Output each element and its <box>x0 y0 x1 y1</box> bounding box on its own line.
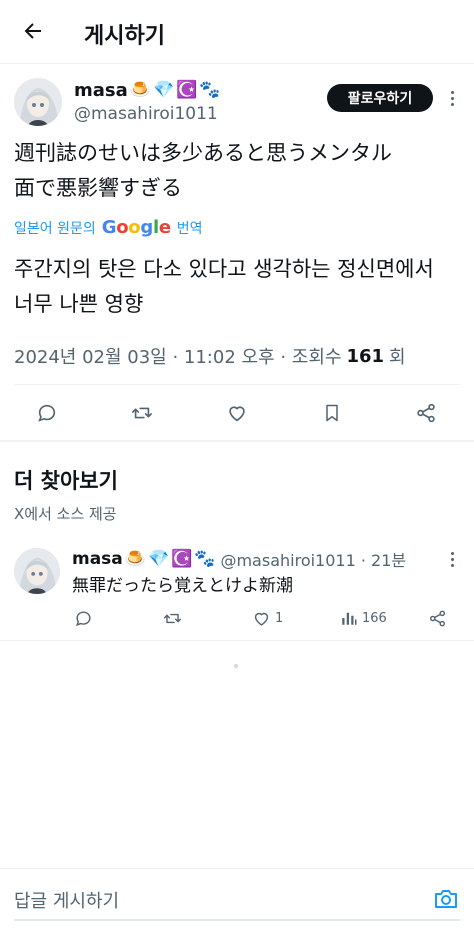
paw-prints-emoji: 🐾 <box>199 80 221 100</box>
compose-bar: 답글 게시하기 <box>0 868 474 928</box>
google-logo-icon: Google <box>101 217 171 238</box>
divider <box>14 384 460 385</box>
reply-icon[interactable] <box>34 400 60 426</box>
reply-repost-icon[interactable] <box>162 608 183 628</box>
translate-link[interactable]: 일본어 원문의 Google 번역 <box>14 217 203 238</box>
views-suffix: 회 <box>389 347 406 368</box>
reply-like-count: 1 <box>275 610 284 626</box>
reply-like-button[interactable]: 1 <box>252 608 283 628</box>
reply-view-count: 166 <box>362 610 387 626</box>
paw-prints-emoji: 🐾 <box>194 548 216 569</box>
author-name-row[interactable]: masa 🍮 💎 ☪️ 🐾 <box>74 80 220 101</box>
section-separator <box>0 440 474 442</box>
avatar[interactable] <box>14 548 60 594</box>
translated-text: 주간지의 탓은 다소 있다고 생각하는 정신면에서 너무 나쁜 영향 <box>14 252 464 322</box>
more-section-subtitle: X에서 소스 제공 <box>14 505 117 523</box>
pudding-emoji: 🍮 <box>124 548 146 569</box>
share-icon[interactable] <box>413 400 439 426</box>
avatar[interactable] <box>14 78 62 126</box>
translated-text-line: 너무 나쁜 영향 <box>14 292 144 316</box>
post-action-bar <box>0 392 474 434</box>
reply-text: 無罪だったら覚えとけよ新潮 <box>72 576 293 596</box>
post-text-line: 週刊誌のせいは多少あると思うメンタル <box>14 141 392 165</box>
post-text: 週刊誌のせいは多少あると思うメンタル 面で悪影響すぎる <box>14 136 464 206</box>
star-crescent-emoji: ☪️ <box>176 80 198 100</box>
bar-chart-icon <box>342 612 357 625</box>
translate-suffix: 번역 <box>176 220 203 237</box>
post-text-line: 面で悪影響すぎる <box>14 176 182 200</box>
top-bar: 게시하기 <box>0 0 474 64</box>
post-meta: 2024년 02월 03일 · 11:02 오후 · 조회수 161 회 <box>14 343 406 369</box>
divider <box>0 640 474 641</box>
more-section-title: 더 찾아보기 <box>14 469 118 493</box>
reply-views-button[interactable]: 166 <box>340 608 387 628</box>
compose-underline <box>14 919 460 921</box>
author-handle[interactable]: @masahiroi1011 <box>74 104 218 124</box>
star-crescent-emoji: ☪️ <box>171 548 193 569</box>
post-timestamp: 2024년 02월 03일 · 11:02 오후 · 조회수 <box>14 347 342 368</box>
camera-icon[interactable] <box>433 887 459 911</box>
author-name: masa <box>74 80 128 101</box>
reply-compose-input[interactable]: 답글 게시하기 <box>14 887 119 913</box>
heart-icon <box>254 612 269 626</box>
reply-comment-icon[interactable] <box>74 608 93 628</box>
views-count[interactable]: 161 <box>346 346 384 367</box>
bookmark-icon[interactable] <box>319 400 345 426</box>
translate-prefix: 일본어 원문의 <box>14 220 96 237</box>
loading-indicator <box>234 664 238 668</box>
pudding-emoji: 🍮 <box>129 80 151 100</box>
gem-emoji: 💎 <box>147 548 170 569</box>
like-icon[interactable] <box>224 400 250 426</box>
reply-header[interactable]: masa 🍮 💎 ☪️ 🐾 @masahiroi1011 · 21분 <box>72 547 406 571</box>
gem-emoji: 💎 <box>152 80 175 100</box>
more-options-icon[interactable] <box>442 86 462 110</box>
back-arrow-icon[interactable] <box>18 16 48 46</box>
reply-action-bar: 1 166 <box>0 604 474 632</box>
reply-more-options-icon[interactable] <box>443 549 461 569</box>
reply-author-name: masa <box>72 549 123 569</box>
page-title: 게시하기 <box>84 24 165 49</box>
reply-share-icon[interactable] <box>428 608 447 628</box>
repost-icon[interactable] <box>129 400 155 426</box>
reply-handle-time: @masahiroi1011 · 21분 <box>220 551 407 570</box>
translated-text-line: 주간지의 탓은 다소 있다고 생각하는 정신면에서 <box>14 257 434 281</box>
follow-button[interactable]: 팔로우하기 <box>327 84 433 112</box>
